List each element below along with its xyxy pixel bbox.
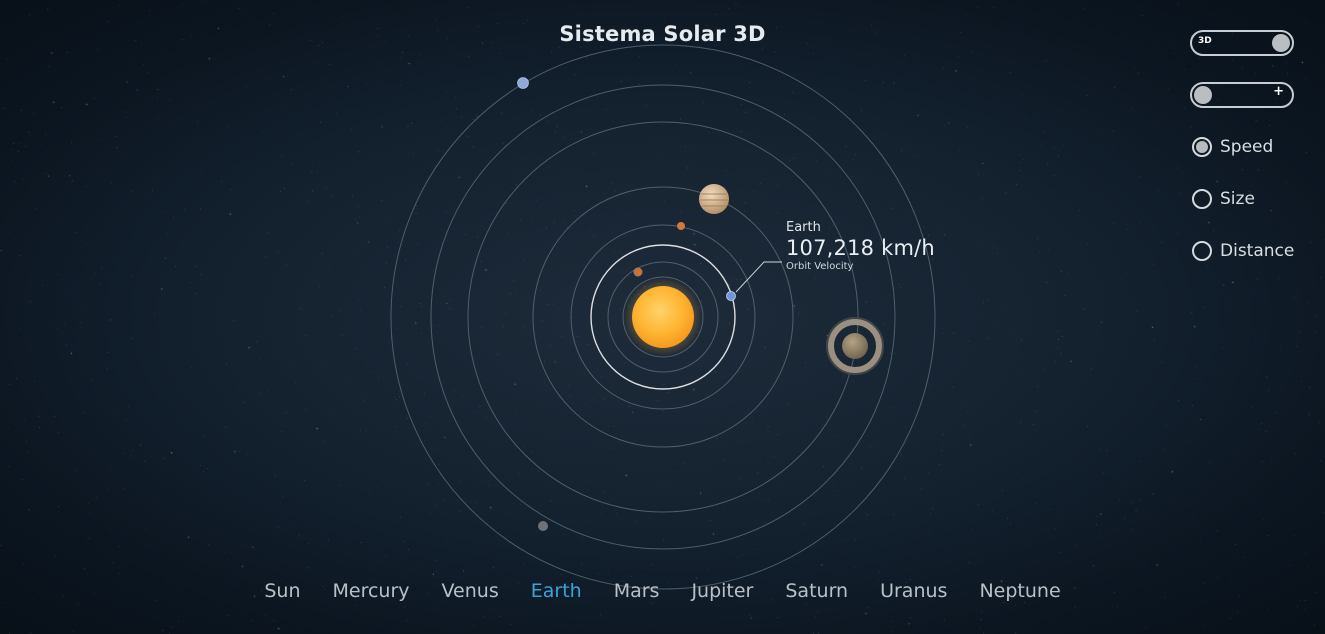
orbit-velocity-value: 107,218 km/h (786, 236, 935, 260)
view-3d-toggle[interactable]: 3D (1190, 30, 1294, 56)
sun (632, 286, 694, 348)
view-3d-label: 3D (1198, 36, 1212, 46)
radio-label: Distance (1220, 241, 1295, 261)
nav-item-jupiter[interactable]: Jupiter (675, 580, 769, 602)
radio-size[interactable]: Size (1190, 186, 1310, 212)
toggle-knob[interactable] (1272, 34, 1290, 52)
nav-item-neptune[interactable]: Neptune (963, 580, 1076, 602)
planet-venus (677, 222, 685, 230)
radio-label: Size (1220, 189, 1255, 209)
planet-jupiter (699, 184, 729, 214)
nav-item-earth[interactable]: Earth (515, 580, 598, 602)
plus-icon: + (1273, 84, 1284, 99)
radio-distance[interactable]: Distance (1190, 238, 1310, 264)
zoom-toggle[interactable]: + (1190, 82, 1294, 108)
nav-item-sun[interactable]: Sun (248, 580, 316, 602)
nav-item-saturn[interactable]: Saturn (769, 580, 864, 602)
solar-system-view[interactable] (0, 0, 1325, 634)
toggle-knob[interactable] (1194, 86, 1212, 104)
radio-circle[interactable] (1192, 241, 1212, 261)
nav-item-mars[interactable]: Mars (598, 580, 676, 602)
orbit-velocity-label: Orbit Velocity (786, 261, 854, 272)
planet-name: Earth (786, 220, 821, 235)
nav-item-venus[interactable]: Venus (426, 580, 515, 602)
planet-info-panel: Earth 107,218 km/h Orbit Velocity (786, 220, 935, 272)
info-pointer-line (735, 261, 782, 293)
planet-saturn (826, 317, 884, 375)
planet-neptune (538, 521, 548, 531)
planet-mercury (633, 267, 643, 277)
planet-earth (726, 291, 736, 301)
controls-panel: 3D + Speed Size Distance (1190, 30, 1310, 290)
planet-nav: Sun Mercury Venus Earth Mars Jupiter Sat… (0, 580, 1325, 602)
radio-circle[interactable] (1192, 189, 1212, 209)
nav-item-uranus[interactable]: Uranus (864, 580, 963, 602)
radio-speed[interactable]: Speed (1190, 134, 1310, 160)
planet-uranus (517, 77, 529, 89)
radio-circle[interactable] (1192, 137, 1212, 157)
radio-label: Speed (1220, 137, 1274, 157)
nav-item-mercury[interactable]: Mercury (317, 580, 426, 602)
